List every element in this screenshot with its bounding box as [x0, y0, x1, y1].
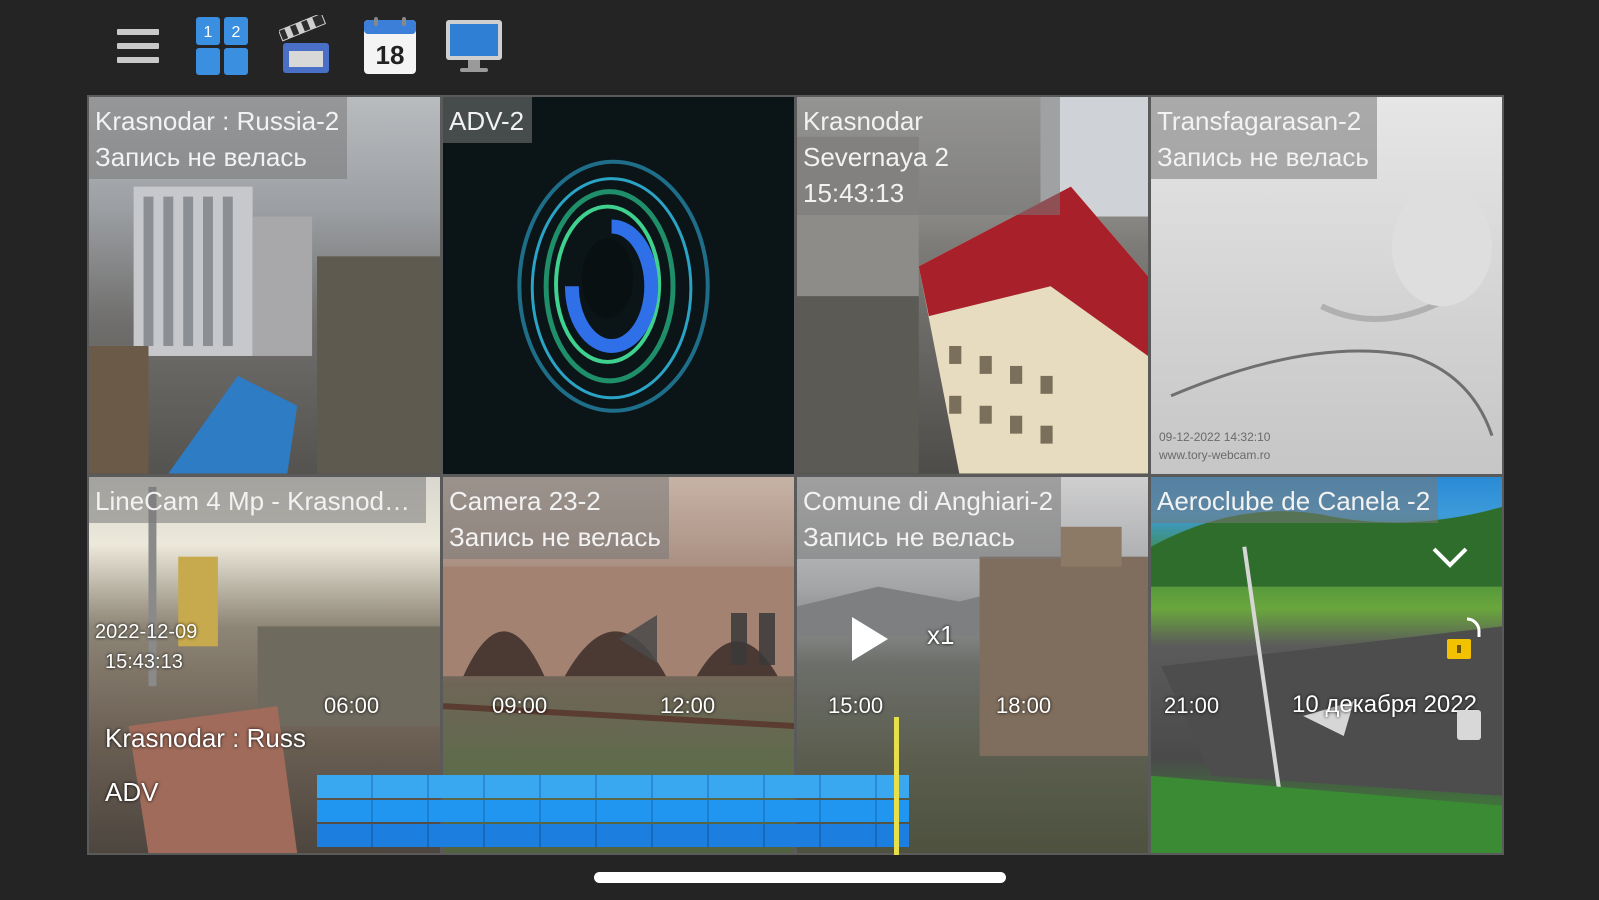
chevron-down-icon: [1432, 547, 1468, 568]
recording-status: Запись не велась: [449, 521, 661, 552]
camera-tile[interactable]: Krasnodar : Russia-2 Запись не велась: [89, 97, 440, 474]
pause-button[interactable]: [729, 611, 779, 667]
recording-bar: [317, 775, 909, 798]
camera-label: Krasnodar Severnaya 2 15:43:13: [797, 97, 1061, 215]
play-icon: [852, 617, 888, 661]
camera-name: Krasnodar Severnaya 2: [803, 106, 949, 172]
monitor-icon: [446, 20, 502, 72]
camera-label: ADV-2: [443, 97, 533, 143]
calendar-icon: 18: [364, 17, 416, 74]
recording-status: Запись не велась: [1157, 142, 1369, 172]
clapperboard-icon: [279, 15, 329, 73]
svg-text:2: 2: [232, 24, 241, 41]
toolbar: 1 2 18: [108, 10, 504, 82]
camera-feed: [443, 97, 794, 474]
camera-stamp: 09-12-2022 14:32:10 www.tory-webcam.ro: [1159, 429, 1271, 462]
camera-label: Aeroclube de Canela -2: [1151, 476, 1439, 523]
svg-text:1: 1: [204, 24, 213, 41]
camera-tile[interactable]: ADV-2: [443, 97, 794, 474]
timeline-hour: 09:00: [492, 693, 548, 718]
playhead-cursor[interactable]: [894, 717, 899, 855]
speed-label: x1: [927, 620, 955, 650]
camera-label: Comune di Anghiari-2 Запись не велась: [797, 476, 1062, 559]
home-indicator[interactable]: [594, 872, 1006, 883]
timeline-hour: 18:00: [996, 693, 1052, 718]
play-button[interactable]: [850, 615, 890, 663]
recording-status: Запись не велась: [95, 142, 307, 172]
calendar-day-text: 18: [376, 40, 405, 70]
recording-bar: [317, 799, 909, 823]
rewind-button[interactable]: [617, 613, 661, 665]
menu-icon: [117, 29, 159, 63]
layout-button[interactable]: 1 2: [192, 16, 252, 76]
timeline-hour: 12:00: [660, 693, 716, 718]
camera-name: LineCam 4 Mp - Krasnodar...: [95, 485, 418, 516]
recording-status: Запись не велась: [803, 521, 1015, 552]
lock-icon: [1447, 617, 1481, 659]
camera-name: Camera 23-2: [449, 485, 601, 516]
timeline-hour: 15:00: [828, 693, 884, 718]
speed-button[interactable]: x1: [927, 620, 954, 651]
timeline-hour: 21:00: [1164, 693, 1220, 718]
archive-button[interactable]: [276, 15, 336, 76]
camera-name: Krasnodar : Russia-2: [95, 106, 340, 136]
track-label: ADV: [105, 777, 159, 807]
track-label: Krasnodar : Russ: [105, 723, 306, 753]
monitor-button[interactable]: [444, 16, 504, 76]
grid-layout-icon: 1 2: [196, 17, 248, 75]
camera-name: Transfagarasan-2: [1157, 106, 1362, 136]
camera-tile[interactable]: 09-12-2022 14:32:10 www.tory-webcam.ro T…: [1151, 97, 1502, 474]
camera-label: Transfagarasan-2 Запись не велась: [1151, 97, 1377, 179]
camera-name: Aeroclube de Canela -2: [1157, 485, 1431, 516]
camera-label: Krasnodar : Russia-2 Запись не велась: [89, 97, 348, 179]
camera-tile[interactable]: Krasnodar Severnaya 2 15:43:13: [797, 97, 1148, 474]
camera-label: LineCam 4 Mp - Krasnodar...: [89, 476, 426, 523]
lock-button[interactable]: [1447, 615, 1487, 665]
recording-bar: [317, 824, 909, 848]
rewind-icon: [619, 615, 657, 663]
camera-name: ADV-2: [449, 106, 525, 136]
scroll-handle[interactable]: [1457, 710, 1481, 740]
camera-datetime: 2022-12-09 15:43:13: [95, 620, 198, 673]
timeline-hour: 06:00: [324, 693, 380, 718]
calendar-button[interactable]: 18: [360, 16, 420, 76]
pause-icon: [731, 613, 775, 665]
timeline-track[interactable]: [317, 775, 909, 848]
collapse-chevron[interactable]: [1430, 543, 1470, 573]
camera-timestamp: 15:43:13: [803, 178, 905, 208]
timeline-date: 10 декабря 2022: [1292, 691, 1477, 718]
camera-label: Camera 23-2 Запись не велась: [443, 476, 669, 559]
camera-name: Comune di Anghiari-2: [803, 485, 1054, 516]
menu-button[interactable]: [108, 16, 168, 76]
